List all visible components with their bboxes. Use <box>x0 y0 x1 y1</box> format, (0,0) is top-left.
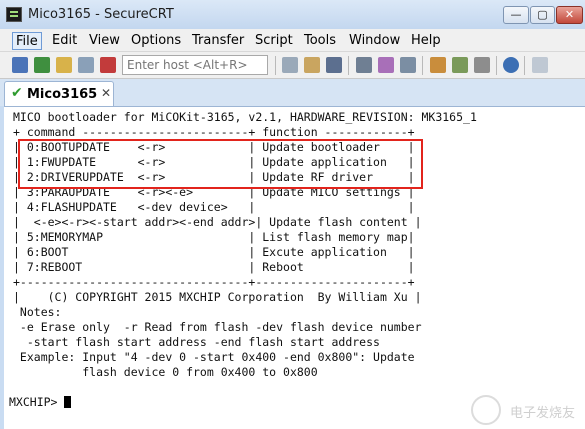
menu-edit[interactable]: Edit <box>49 32 80 50</box>
copy-icon[interactable] <box>282 57 298 73</box>
terminal-prompt-line[interactable]: MXCHIP> <box>9 395 72 410</box>
toolbar-separator <box>275 56 276 75</box>
quick-connect-icon[interactable] <box>34 57 50 73</box>
text-cursor <box>64 396 72 408</box>
menu-options[interactable]: Options <box>128 32 184 50</box>
terminal-line: | <-e><-r><-start addr><-end addr>| Upda… <box>13 215 422 229</box>
menu-view[interactable]: View <box>86 32 123 50</box>
watermark-logo-icon <box>471 395 501 425</box>
terminal-line: | 5:MEMORYMAP | List flash memory map| <box>13 230 415 244</box>
terminal-line: Example: Input "4 -dev 0 -start 0x400 -e… <box>13 350 415 364</box>
toolbar-separator <box>496 56 497 75</box>
command-window-icon[interactable] <box>532 57 548 73</box>
log-session-icon[interactable] <box>378 57 394 73</box>
menu-help[interactable]: Help <box>408 32 444 50</box>
tab-mico3165[interactable]: ✔ Mico3165 ✕ <box>4 81 114 106</box>
global-options-icon[interactable] <box>452 57 468 73</box>
tab-label: Mico3165 <box>27 87 98 102</box>
connect-icon[interactable] <box>12 57 28 73</box>
terminal-line: + command ------------------------+ func… <box>13 125 415 139</box>
toolbar-separator <box>348 56 349 75</box>
terminal-line: -e Erase only -r Read from flash -dev fl… <box>13 320 422 334</box>
menu-tools[interactable]: Tools <box>301 32 339 50</box>
terminal-line: +---------------------------------+-----… <box>13 275 415 289</box>
title-bar[interactable]: Mico3165 - SecureCRT — ▢ ✕ <box>0 0 585 29</box>
print-icon[interactable] <box>356 57 372 73</box>
disconnect-icon[interactable] <box>100 57 116 73</box>
toolbar-separator <box>422 56 423 75</box>
watermark-text: 电子发烧友 <box>509 406 575 421</box>
terminal-line: flash device 0 from 0x400 to 0x800 <box>13 365 318 379</box>
close-button[interactable]: ✕ <box>556 6 583 24</box>
menu-file[interactable]: File <box>12 32 42 50</box>
securecrt-window: Mico3165 - SecureCRT — ▢ ✕ File Edit Vie… <box>0 0 585 429</box>
terminal-line: MICO bootloader for MiCOKit-3165, v2.1, … <box>13 110 477 124</box>
maximize-button[interactable]: ▢ <box>530 6 555 24</box>
help-icon[interactable] <box>503 57 519 73</box>
highlight-annotation-box <box>18 139 423 189</box>
terminal-line: | 4:FLASHUPDATE <-dev device> | | <box>13 200 415 214</box>
reconnect-icon[interactable] <box>78 57 94 73</box>
window-title: Mico3165 - SecureCRT <box>28 7 174 22</box>
menu-transfer[interactable]: Transfer <box>189 32 247 50</box>
keymap-icon[interactable] <box>474 57 490 73</box>
tab-close-icon[interactable]: ✕ <box>101 86 111 100</box>
minimize-button[interactable]: — <box>503 6 529 24</box>
paste-icon[interactable] <box>304 57 320 73</box>
menu-script[interactable]: Script <box>252 32 296 50</box>
terminal-output[interactable]: MICO bootloader for MiCOKit-3165, v2.1, … <box>4 106 585 429</box>
connected-check-icon: ✔ <box>11 85 23 101</box>
toolbar <box>0 52 585 79</box>
session-options-icon[interactable] <box>430 57 446 73</box>
print-screen-icon[interactable] <box>400 57 416 73</box>
toolbar-separator <box>524 56 525 75</box>
terminal-line: -start flash start address -end flash st… <box>13 335 380 349</box>
menu-bar: File Edit View Options Transfer Script T… <box>0 29 585 52</box>
terminal-line: | (C) COPYRIGHT 2015 MXCHIP Corporation … <box>13 290 422 304</box>
terminal-line: Notes: <box>13 305 62 319</box>
terminal-line: | 7:REBOOT | Reboot | <box>13 260 415 274</box>
prompt-text: MXCHIP> <box>9 395 65 409</box>
enter-host-input[interactable] <box>122 55 268 75</box>
session-tab-strip: ✔ Mico3165 ✕ <box>0 79 585 106</box>
securecrt-app-icon[interactable] <box>6 7 22 22</box>
find-icon[interactable] <box>326 57 342 73</box>
menu-window[interactable]: Window <box>346 32 403 50</box>
connect-in-tab-icon[interactable] <box>56 57 72 73</box>
terminal-line: | 6:BOOT | Excute application | <box>13 245 415 259</box>
